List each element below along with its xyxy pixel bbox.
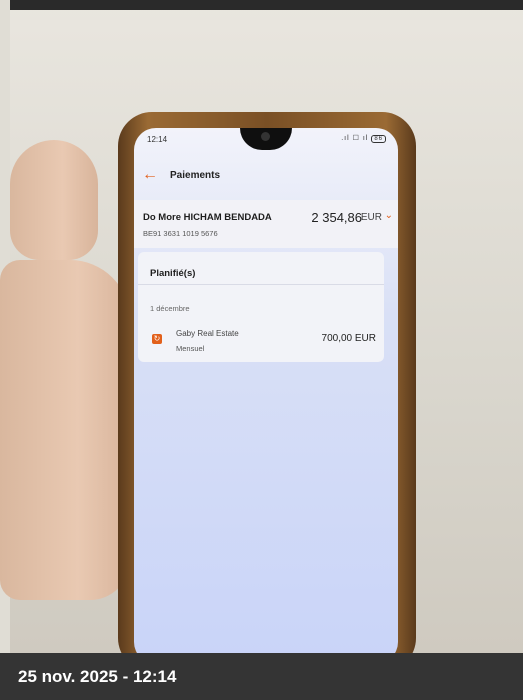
phone-screen: 12:14 .ıl ☐ ıl 86 ← Paiements Do More HI… <box>134 128 398 653</box>
account-iban: BE91 3631 1019 5676 <box>143 229 218 238</box>
divider <box>138 284 384 285</box>
status-icons: .ıl ☐ ıl 86 <box>341 134 386 143</box>
signal-icon: .ıl ☐ ıl <box>341 135 369 142</box>
app-bar: ← Paiements <box>134 164 398 192</box>
account-currency: EUR <box>360 212 382 223</box>
account-name: Do More HICHAM BENDADA <box>143 212 272 223</box>
palm <box>0 260 130 600</box>
payment-beneficiary: Gaby Real Estate <box>176 329 239 338</box>
thumb <box>10 140 98 260</box>
calendar-repeat-icon: ↻ <box>152 334 162 344</box>
photo-background: 12:14 .ıl ☐ ıl 86 ← Paiements Do More HI… <box>0 0 523 653</box>
page-title: Paiements <box>170 170 221 181</box>
payment-amount: 700,00 EUR <box>321 333 376 344</box>
payment-date: 1 décembre <box>150 304 190 313</box>
payment-frequency: Mensuel <box>176 344 205 353</box>
caption-bar: 25 nov. 2025 - 12:14 <box>0 653 523 700</box>
scheduled-payments-card: Planifié(s) 1 décembre ↻ Gaby Real Estat… <box>138 252 384 362</box>
arrow-left-icon[interactable]: ← <box>142 166 158 184</box>
account-selector[interactable]: Do More HICHAM BENDADA BE91 3631 1019 56… <box>134 200 398 248</box>
status-time: 12:14 <box>147 135 168 144</box>
battery-icon: 86 <box>371 135 386 143</box>
account-balance: 2 354,86 <box>311 210 362 225</box>
timestamp-caption: 25 nov. 2025 - 12:14 <box>18 667 177 686</box>
chevron-down-icon[interactable]: ⌄ <box>385 210 393 221</box>
section-title: Planifié(s) <box>150 268 196 279</box>
front-camera <box>261 132 270 141</box>
top-edge <box>0 0 523 10</box>
